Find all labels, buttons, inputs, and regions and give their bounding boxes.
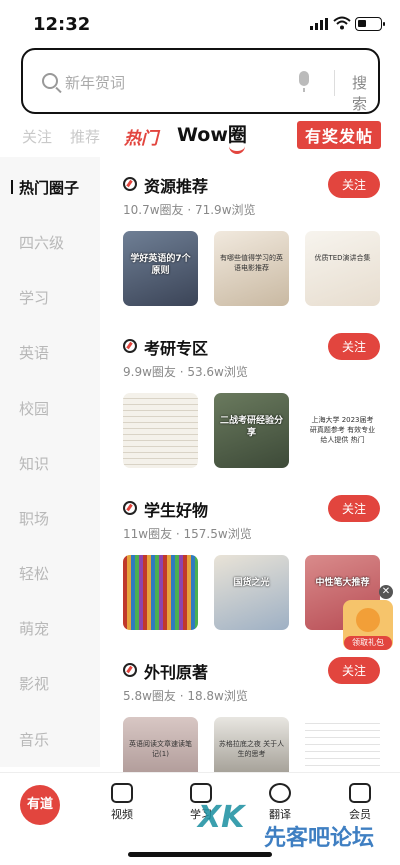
sidebar-item-study[interactable]: 学习 [19, 287, 49, 308]
sidebar-item-campus[interactable]: 校园 [19, 398, 49, 419]
tab-label: 视频 [111, 808, 133, 821]
vip-icon [349, 783, 371, 803]
tab-vip[interactable]: 会员 [340, 783, 380, 822]
circle-title: 外刊原著 [144, 663, 209, 682]
tab-wow-circle-label: Wow圈 [177, 124, 247, 146]
tab-wow-circle[interactable]: Wow圈 [177, 120, 247, 154]
sidebar-item-english[interactable]: 英语 [19, 342, 49, 363]
sidebar-item-career[interactable]: 职场 [19, 508, 49, 529]
video-icon [111, 783, 133, 803]
tab-translate[interactable]: 翻译 [260, 783, 300, 822]
compass-icon [123, 501, 137, 515]
home-indicator[interactable] [128, 852, 272, 857]
status-time: 12:32 [33, 14, 91, 35]
top-tabs: 关注 推荐 热门 Wow圈 有奖发帖 [0, 118, 400, 154]
tab-video[interactable]: 视频 [102, 783, 142, 822]
follow-button[interactable]: 关注 [328, 657, 380, 684]
circle-title: 学生好物 [144, 501, 209, 520]
translate-icon [269, 783, 291, 803]
post-thumbnail[interactable]: 优质TED演讲合集 [305, 231, 380, 306]
thumbnail-row: 学好英语的7个原则 有哪些值得学习的英语电影推荐 优质TED演讲合集 [123, 231, 383, 306]
circle-stats: 9.9w圈友 · 53.6w浏览 [123, 365, 248, 379]
thumbnail-caption: 英语阅读文章速读笔记(1) [129, 740, 192, 758]
tab-reward-post[interactable]: 有奖发帖 [297, 121, 382, 149]
wifi-icon [333, 16, 351, 30]
battery-icon [355, 17, 385, 31]
compass-icon [123, 663, 137, 677]
watermark-logo: XK [198, 800, 245, 835]
compass-icon [123, 339, 137, 353]
post-thumbnail[interactable]: 国货之光 [214, 555, 289, 630]
thumbnail-caption: 中性笔大推荐 [315, 578, 370, 588]
search-divider [334, 70, 335, 96]
circle-title: 考研专区 [144, 339, 209, 358]
status-bar: 12:32 [0, 0, 400, 48]
tab-recommend[interactable]: 推荐 [70, 126, 100, 147]
post-thumbnail[interactable]: 二战考研经验分享 [214, 393, 289, 468]
thumbnail-caption: 学好英语的7个原则 [130, 254, 191, 276]
circle-title: 资源推荐 [144, 177, 209, 196]
circle-stats: 10.7w圈友 · 71.9w浏览 [123, 203, 256, 217]
category-sidebar: 热门圈子 四六级 学习 英语 校园 知识 职场 轻松 萌宠 影视 音乐 [0, 157, 100, 767]
tab-follow[interactable]: 关注 [22, 126, 52, 147]
search-button[interactable]: 搜索 [352, 72, 378, 114]
circle-stats: 5.8w圈友 · 18.8w浏览 [123, 689, 248, 703]
thumbnail-caption: 国货之光 [233, 578, 270, 588]
follow-button[interactable]: 关注 [328, 171, 380, 198]
cellular-signal-icon [310, 18, 328, 30]
circle-stats: 11w圈友 · 157.5w浏览 [123, 527, 252, 541]
close-icon[interactable]: ✕ [379, 585, 393, 599]
sidebar-item-pets[interactable]: 萌宠 [19, 618, 49, 639]
search-icon [42, 73, 58, 89]
thumbnail-caption: 上海大学 2023届考研真题参考 有效专业给人提供 热门 [309, 416, 376, 444]
compass-icon [123, 177, 137, 191]
sidebar-item-film[interactable]: 影视 [19, 673, 49, 694]
thumbnail-row: 二战考研经验分享 上海大学 2023届考研真题参考 有效专业给人提供 热门 [123, 393, 383, 468]
watermark-text: 先客吧论坛 [264, 826, 375, 851]
thumbnail-caption: 有哪些值得学习的英语电影推荐 [220, 254, 283, 272]
tab-youdao-home[interactable]: 有道 [20, 785, 60, 825]
circle-list: 资源推荐 10.7w圈友 · 71.9w浏览 关注 学好英语的7个原则 有哪些值… [100, 157, 400, 792]
post-thumbnail[interactable]: 有哪些值得学习的英语电影推荐 [214, 231, 289, 306]
circle-card[interactable]: 考研专区 9.9w圈友 · 53.6w浏览 关注 二战考研经验分享 上海大学 2… [100, 319, 400, 481]
thumbnail-caption: 二战考研经验分享 [219, 416, 283, 438]
microphone-icon[interactable] [299, 71, 309, 92]
post-thumbnail[interactable]: 学好英语的7个原则 [123, 231, 198, 306]
follow-button[interactable]: 关注 [328, 495, 380, 522]
thumbnail-caption: 优质TED演讲合集 [314, 254, 371, 262]
sidebar-item-knowledge[interactable]: 知识 [19, 453, 49, 474]
search-input[interactable]: 新年贺词 [65, 72, 125, 93]
gift-label[interactable]: 领取礼包 [344, 636, 392, 650]
search-bar[interactable]: 新年贺词 搜索 [21, 48, 380, 114]
post-thumbnail[interactable]: 上海大学 2023届考研真题参考 有效专业给人提供 热门 [305, 393, 380, 468]
sidebar-item-cet[interactable]: 四六级 [19, 232, 64, 253]
sidebar-item-music[interactable]: 音乐 [19, 729, 49, 750]
follow-button[interactable]: 关注 [328, 333, 380, 360]
post-thumbnail[interactable] [123, 393, 198, 468]
tab-hot[interactable]: 热门 [124, 124, 158, 149]
sidebar-item-relax[interactable]: 轻松 [19, 563, 49, 584]
post-thumbnail[interactable] [123, 555, 198, 630]
circle-card[interactable]: 资源推荐 10.7w圈友 · 71.9w浏览 关注 学好英语的7个原则 有哪些值… [100, 157, 400, 319]
thumbnail-caption: 苏格拉底之夜 关于人生的思考 [218, 740, 285, 758]
sidebar-item-hot-circles[interactable]: 热门圈子 [10, 177, 79, 198]
swoosh-decoration [229, 146, 245, 154]
